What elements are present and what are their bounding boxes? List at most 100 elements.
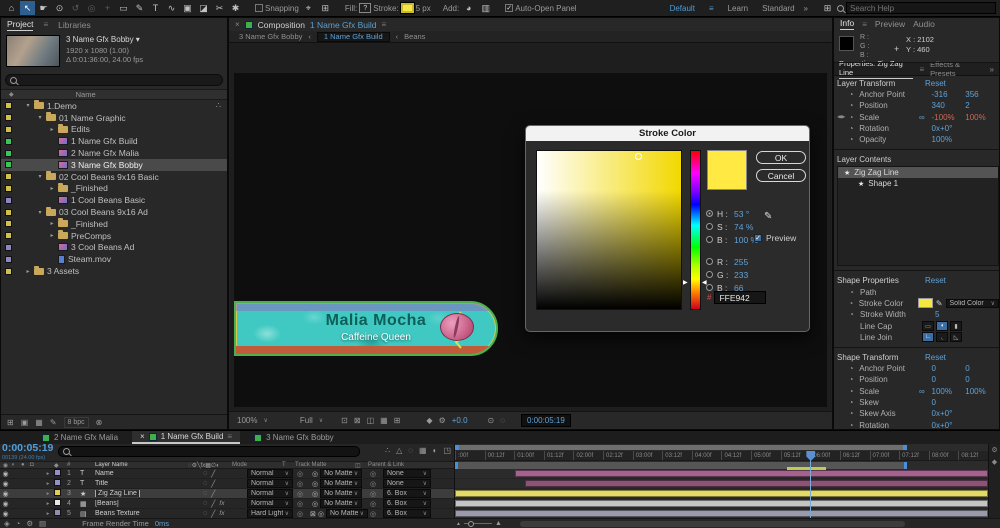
label-column-icon[interactable]: ◆ (9, 91, 14, 98)
stopwatch-icon[interactable]: ◔ (849, 398, 860, 407)
project-tree-item[interactable]: ▸ PreComps (1, 230, 227, 242)
shy-switch-icon[interactable]: ◌ (203, 500, 207, 508)
blend-mode-dropdown[interactable]: Normal∨ (247, 489, 293, 498)
color-field-value[interactable]: 233 (734, 270, 748, 280)
pan-behind-tool-icon[interactable]: + (100, 1, 115, 15)
item-name[interactable]: 3 Cool Beans Ad (71, 242, 134, 252)
preserve-transparency-toggle[interactable]: ◎ (297, 500, 310, 508)
tab-info[interactable]: Info (840, 18, 854, 30)
switches-column-icons[interactable]: ◌⚙╲fx▦∅◐ (188, 462, 232, 469)
parent-pickwhip-icon[interactable]: ◎ (370, 490, 383, 498)
reset-button[interactable]: Reset (925, 276, 946, 285)
eye-icon[interactable]: ◉ (0, 470, 11, 478)
hide-shy-icon[interactable]: ◌ (408, 446, 413, 455)
track-matte-column-header[interactable]: Track Matte (295, 462, 355, 468)
stopwatch-icon[interactable]: ◔ (849, 375, 860, 384)
add-stroke-icon[interactable]: ▥ (478, 1, 493, 15)
project-tree-item[interactable]: 3 Name Gfx Bobby (1, 159, 227, 171)
item-name[interactable]: _Finished (71, 219, 108, 229)
selected-item-title[interactable]: 3 Name Gfx Bobby ▾ (66, 35, 143, 44)
twirl-icon[interactable]: ▾ (36, 114, 44, 121)
more-panels-chevron[interactable]: » (990, 65, 994, 74)
breadcrumb-item[interactable]: Beans (404, 32, 425, 41)
shy-switch-icon[interactable]: ◌ (203, 480, 207, 488)
show-snapshot-icon[interactable]: ◌ (500, 416, 505, 425)
stopwatch-icon[interactable]: ◔ (849, 124, 860, 133)
resolution-value[interactable]: Full (300, 416, 313, 425)
lock-column-icon[interactable]: ◘ (30, 462, 42, 468)
stroke-width-value[interactable]: 5 px (416, 4, 431, 13)
preserve-transparency-toggle[interactable]: ◎ (297, 490, 310, 498)
comp-timecode[interactable]: 0:00:05:19 (521, 414, 571, 427)
eye-icon[interactable]: ◉ (0, 480, 11, 488)
shy-switch-icon[interactable]: ◌ (203, 470, 207, 478)
property-value[interactable]: 2 (965, 101, 999, 110)
twirl-icon[interactable]: ▸ (24, 268, 32, 275)
stroke-type-dropdown[interactable]: Solid Color∨ (946, 299, 999, 308)
hand-tool-icon[interactable]: ☛ (36, 1, 51, 15)
label-color-chip[interactable] (5, 232, 12, 239)
close-icon[interactable]: × (235, 20, 240, 29)
workspace-item[interactable]: ≡ (709, 4, 714, 13)
timeline-tab[interactable]: 3 Name Gfx Bobby (242, 431, 346, 444)
blend-mode-dropdown[interactable]: Normal∨ (247, 499, 293, 508)
twirl-icon[interactable]: ▸ (42, 501, 54, 507)
color-field-value[interactable]: 53 ° (734, 209, 749, 219)
label-color-chip[interactable] (5, 220, 12, 227)
stopwatch-icon[interactable]: ◔ (849, 364, 860, 373)
project-tree-item[interactable]: ▸ Edits (1, 124, 227, 136)
auto-open-checkbox[interactable]: ✓ (505, 4, 513, 12)
twirl-icon[interactable]: ▸ (42, 481, 54, 487)
layer-row[interactable]: ◉ ▸ 3 ★ Zig Zag Line ◌ ╱ (0, 489, 454, 499)
blend-mode-dropdown[interactable]: Hard Light∨ (247, 509, 293, 518)
stroke-color-swatch[interactable] (918, 298, 933, 308)
timeline-options-icon[interactable]: ⚙ (991, 446, 997, 454)
timeline-graph-area[interactable]: :00f00:12f01:00f01:12f02:00f02:12f03:00f… (455, 444, 1000, 518)
label-color-chip[interactable] (5, 268, 12, 275)
pickwhip-icon[interactable]: ◎ (318, 510, 324, 518)
item-name[interactable]: 3 Assets (47, 266, 79, 276)
snap-grid-icon[interactable]: ⊞ (318, 1, 333, 15)
quality-switch-icon[interactable]: ╱ (211, 500, 215, 508)
stopwatch-icon[interactable]: ◔ (849, 310, 860, 319)
property-value[interactable]: 340 (932, 101, 966, 110)
draft-3d-icon[interactable]: △ (396, 446, 402, 455)
active-comp-name[interactable]: 1 Name Gfx Build (310, 20, 377, 30)
roto-brush-tool-icon[interactable]: ✂ (212, 1, 227, 15)
adjustment-icon[interactable]: ✎ (50, 418, 57, 427)
eraser-tool-icon[interactable]: ◪ (196, 1, 211, 15)
keyframe-navigator[interactable]: ◀◆▶ (837, 114, 849, 120)
grid-guides-icon[interactable]: ▦ (380, 416, 388, 425)
layer-name[interactable]: Zig Zag Line (95, 490, 203, 497)
item-name[interactable]: Edits (71, 124, 90, 134)
line-cap-option-icon[interactable]: ▭ (922, 321, 934, 331)
timeline-zoom-slider[interactable] (464, 523, 492, 524)
parent-pickwhip-icon[interactable]: ◎ (370, 470, 383, 478)
ok-button[interactable]: OK (756, 151, 806, 164)
radio-button[interactable] (706, 210, 713, 217)
link-icon[interactable]: ∞ (919, 113, 932, 122)
project-tree-item[interactable]: 3 Cool Beans Ad (1, 242, 227, 254)
property-value[interactable]: 0 (932, 364, 966, 373)
number-column-header[interactable]: # (67, 462, 80, 468)
line-join-option-icon[interactable]: ◟ (936, 332, 948, 342)
add-fill-icon[interactable]: ◕ (461, 1, 476, 15)
workspace-item[interactable]: Standard (762, 4, 794, 13)
label-color-chip[interactable] (5, 102, 12, 109)
fx-switch-icon[interactable]: fx (219, 510, 224, 518)
twirl-icon[interactable]: ▾ (24, 102, 32, 109)
layer-row[interactable]: ◉ ▸ 1 T Name ◌ ╱ No (0, 469, 454, 479)
stopwatch-icon[interactable]: ◔ (849, 421, 860, 430)
home-tool-icon[interactable]: ⌂ (4, 1, 19, 15)
lower-third-banner[interactable]: Malia Mocha Caffeine Queen (234, 301, 498, 356)
property-value[interactable]: 0x+0° (932, 124, 966, 133)
exposure-value[interactable]: +0.0 (452, 416, 468, 425)
twirl-icon[interactable]: ▸ (42, 511, 54, 517)
label-color-chip[interactable] (5, 244, 12, 251)
layer-name[interactable]: Title (95, 480, 203, 487)
stopwatch-icon[interactable]: ◔ (849, 90, 860, 99)
current-timecode[interactable]: 0:00:05:19 00139 (24.00 fps) (0, 443, 56, 463)
layer-label-chip[interactable] (54, 499, 61, 506)
line-cap-option-icon[interactable]: ▮ (950, 321, 962, 331)
layer-duration-bar[interactable] (455, 510, 988, 517)
